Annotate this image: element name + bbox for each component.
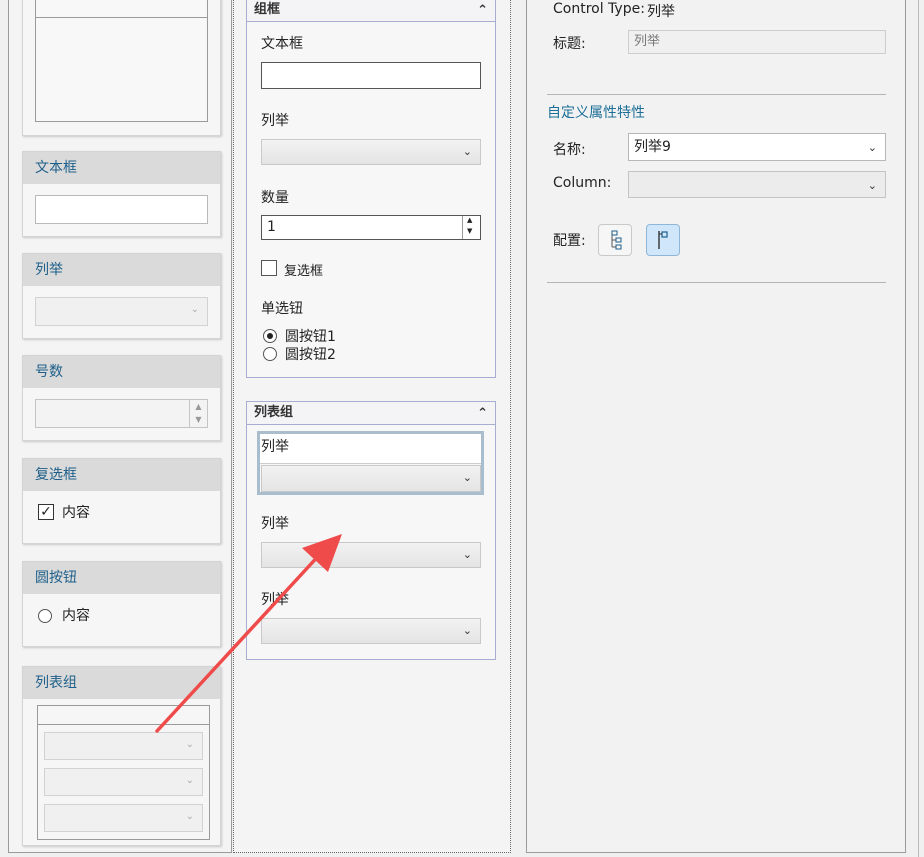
annotation-arrow-icon	[155, 534, 342, 733]
